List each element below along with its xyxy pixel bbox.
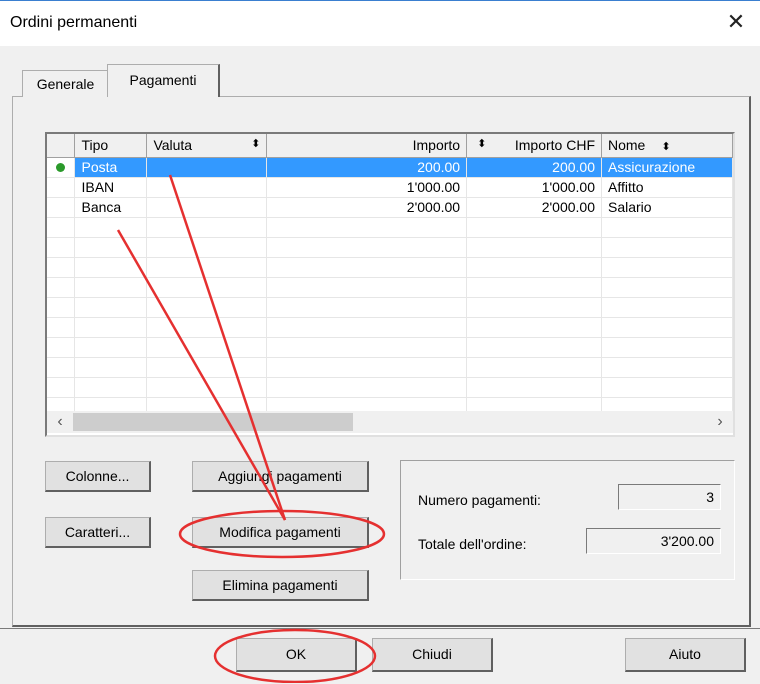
scrollbar-thumb[interactable]	[73, 413, 353, 431]
sort-icon: ⬍	[661, 141, 671, 154]
empty-row	[47, 317, 733, 338]
caratteri-button[interactable]: Caratteri...	[45, 517, 151, 548]
title-bar: Ordini permanenti ✕	[0, 0, 760, 46]
empty-row	[47, 377, 733, 398]
scroll-left-icon[interactable]: ‹	[51, 413, 69, 431]
row-indicator	[47, 157, 76, 178]
column-header-label: Importo	[412, 137, 461, 154]
cell-importo-chf[interactable]: 200.00	[466, 157, 602, 178]
sort-icon: ⬍	[477, 138, 487, 151]
totale-ordine-field: 3'200.00	[586, 528, 721, 554]
close-icon[interactable]: ✕	[724, 10, 748, 34]
totale-ordine-label: Totale dell'ordine:	[418, 536, 527, 552]
cell-tipo[interactable]: IBAN	[74, 177, 148, 198]
column-header-label: Valuta	[153, 137, 193, 154]
tab-generale[interactable]: Generale	[22, 70, 108, 97]
column-header-importo[interactable]: Importo	[266, 134, 468, 158]
summary-group	[400, 460, 735, 580]
cell-valuta[interactable]	[146, 157, 268, 178]
payments-table: Tipo Valuta ⬍ Importo ⬍ Importo CHF Nome ⬍ …	[47, 134, 733, 418]
table-row[interactable]: IBAN 1'000.00 1'000.00 Affitto	[47, 177, 733, 198]
column-header-label: Tipo	[81, 137, 109, 154]
window-border	[0, 0, 760, 1]
cell-nome[interactable]: Affitto	[601, 177, 733, 198]
column-header-nome[interactable]: Nome ⬍	[601, 134, 733, 158]
column-header-valuta[interactable]: Valuta ⬍	[146, 134, 268, 158]
row-indicator	[47, 177, 76, 198]
numero-pagamenti-label: Numero pagamenti:	[418, 492, 541, 508]
empty-row	[47, 357, 733, 378]
cell-tipo[interactable]: Posta	[74, 157, 148, 178]
empty-row	[47, 337, 733, 358]
status-dot-icon	[56, 163, 66, 172]
cell-valuta[interactable]	[146, 177, 268, 198]
empty-row	[47, 297, 733, 318]
colonne-button[interactable]: Colonne...	[45, 461, 151, 492]
ok-button[interactable]: OK	[236, 638, 357, 672]
sort-icon: ⬍	[251, 138, 261, 151]
numero-pagamenti-field: 3	[618, 484, 721, 510]
cell-importo[interactable]: 1'000.00	[266, 177, 468, 198]
aggiungi-pagamenti-button[interactable]: Aggiungi pagamenti	[192, 461, 369, 492]
column-header-indicator	[47, 134, 76, 158]
cell-importo-chf[interactable]: 2'000.00	[466, 197, 602, 218]
column-header-tipo[interactable]: Tipo	[74, 134, 148, 158]
payments-grid[interactable]: Tipo Valuta ⬍ Importo ⬍ Importo CHF Nome ⬍ …	[45, 132, 735, 437]
cell-valuta[interactable]	[146, 197, 268, 218]
elimina-pagamenti-button[interactable]: Elimina pagamenti	[192, 570, 369, 601]
modifica-pagamenti-button[interactable]: Modifica pagamenti	[192, 517, 369, 548]
empty-row	[47, 217, 733, 238]
aiuto-button[interactable]: Aiuto	[625, 638, 746, 672]
empty-row	[47, 257, 733, 278]
table-row[interactable]: Banca 2'000.00 2'000.00 Salario	[47, 197, 733, 218]
cell-nome[interactable]: Assicurazione	[601, 157, 733, 178]
cell-importo-chf[interactable]: 1'000.00	[466, 177, 602, 198]
chiudi-button[interactable]: Chiudi	[372, 638, 493, 672]
column-header-label: Nome	[608, 137, 646, 154]
column-header-label: Importo CHF	[514, 137, 595, 154]
table-header-row: Tipo Valuta ⬍ Importo ⬍ Importo CHF Nome ⬍	[47, 134, 733, 158]
scroll-right-icon[interactable]: ›	[711, 413, 729, 431]
empty-row	[47, 277, 733, 298]
cell-importo[interactable]: 2'000.00	[266, 197, 468, 218]
table-row[interactable]: Posta 200.00 200.00 Assicurazione	[47, 157, 733, 178]
cell-nome[interactable]: Salario	[601, 197, 733, 218]
row-indicator	[47, 197, 76, 218]
column-header-importo-chf[interactable]: ⬍ Importo CHF	[466, 134, 602, 158]
horizontal-scrollbar[interactable]: ‹ ›	[47, 411, 733, 433]
cell-tipo[interactable]: Banca	[74, 197, 148, 218]
window-title: Ordini permanenti	[10, 14, 138, 31]
cell-importo[interactable]: 200.00	[266, 157, 468, 178]
empty-row	[47, 237, 733, 258]
tab-pagamenti[interactable]: Pagamenti	[107, 64, 220, 97]
